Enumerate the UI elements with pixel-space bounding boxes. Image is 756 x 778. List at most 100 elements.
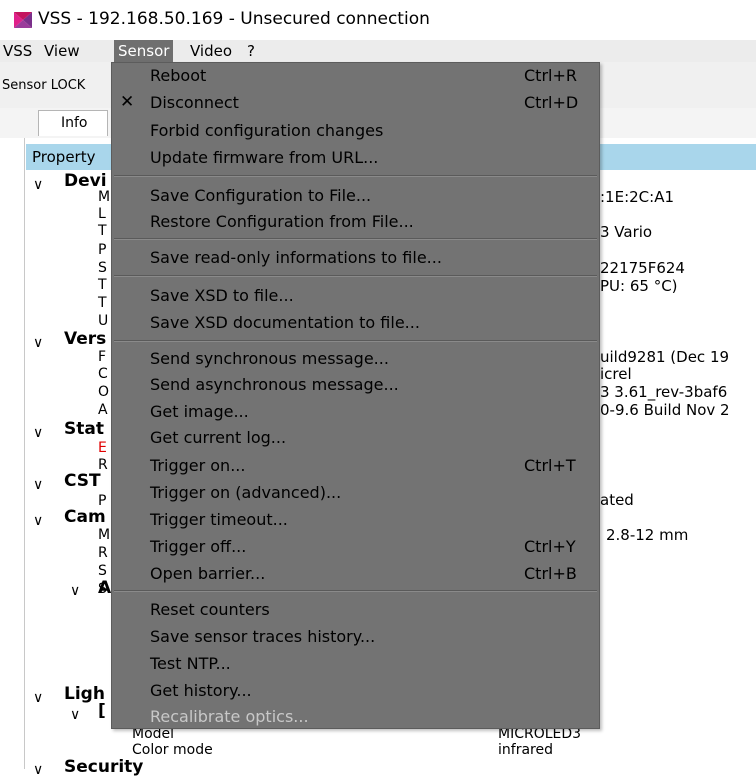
menu-item-label: Send asynchronous message... bbox=[150, 375, 399, 394]
serial-value: 22175F624 bbox=[600, 259, 685, 277]
menu-item-label: Save XSD to file... bbox=[150, 286, 294, 305]
column-header-property[interactable]: Property bbox=[32, 148, 95, 166]
menu-item-get-history[interactable]: Get history... bbox=[112, 678, 599, 704]
tree-subsection-a[interactable]: A bbox=[98, 580, 111, 597]
menu-item-trigger-on[interactable]: Trigger on... Ctrl+T bbox=[112, 453, 599, 479]
menu-item-save-config[interactable]: Save Configuration to File... bbox=[112, 183, 599, 209]
tree-row-label: F bbox=[98, 349, 107, 365]
menu-item-trigger-timeout[interactable]: Trigger timeout... bbox=[112, 507, 599, 533]
menu-item-get-image[interactable]: Get image... bbox=[112, 399, 599, 425]
chevron-down-icon[interactable]: ∨ bbox=[33, 762, 43, 778]
menu-item-label: Trigger on (advanced)... bbox=[150, 483, 342, 502]
menu-item-save-xsd[interactable]: Save XSD to file... bbox=[112, 283, 599, 309]
menu-item-send-async[interactable]: Send asynchronous message... bbox=[112, 372, 599, 398]
chevron-down-icon[interactable]: ∨ bbox=[70, 583, 80, 599]
menu-item-label: Send synchronous message... bbox=[150, 349, 389, 368]
menu-item-shortcut: Ctrl+D bbox=[524, 93, 579, 112]
menu-item-open-barrier[interactable]: Open barrier... Ctrl+B bbox=[112, 561, 599, 587]
tree-row-label: T bbox=[98, 223, 107, 239]
tab-info[interactable]: Info bbox=[38, 110, 108, 136]
chevron-down-icon[interactable]: ∨ bbox=[33, 335, 43, 351]
menu-item-label: Test NTP... bbox=[150, 654, 231, 673]
menu-item-label: Save Configuration to File... bbox=[150, 186, 372, 205]
tree-row-label: P bbox=[98, 242, 107, 258]
menu-separator bbox=[114, 238, 597, 240]
tree-section-status[interactable]: Stat bbox=[64, 421, 104, 438]
tree-section-device[interactable]: Devi bbox=[64, 173, 107, 190]
tree-row-label: T bbox=[98, 295, 107, 311]
menu-item-forbid-config[interactable]: Forbid configuration changes bbox=[112, 118, 599, 144]
menu-item-disconnect[interactable]: ✕ Disconnect Ctrl+D bbox=[112, 90, 599, 116]
lens-value: 2.8-12 mm bbox=[606, 526, 689, 544]
menu-item-label: Trigger off... bbox=[150, 537, 247, 556]
menu-item-reboot[interactable]: Reboot Ctrl+R bbox=[112, 63, 599, 89]
menu-item-test-ntp[interactable]: Test NTP... bbox=[112, 651, 599, 677]
menu-view[interactable]: View bbox=[44, 42, 80, 60]
menu-item-shortcut: Ctrl+B bbox=[524, 564, 577, 583]
tree-row-label: T bbox=[98, 277, 107, 293]
menu-item-update-firmware[interactable]: Update firmware from URL... bbox=[112, 145, 599, 171]
tree-row-label: S bbox=[98, 260, 107, 276]
color-mode-value: infrared bbox=[498, 742, 553, 758]
menu-sensor[interactable]: Sensor bbox=[114, 40, 174, 62]
menu-item-get-log[interactable]: Get current log... bbox=[112, 425, 599, 451]
menu-item-restore-config[interactable]: Restore Configuration from File... bbox=[112, 209, 599, 235]
menu-item-shortcut: Ctrl+Y bbox=[524, 537, 576, 556]
tree-row-label: M bbox=[98, 527, 111, 543]
window-title: VSS - 192.168.50.169 - Unsecured connect… bbox=[38, 9, 430, 29]
menu-item-shortcut: Ctrl+T bbox=[524, 456, 576, 475]
menu-item-label: Reboot bbox=[150, 66, 207, 85]
status-error-label: E bbox=[98, 440, 107, 456]
menu-separator bbox=[114, 340, 597, 342]
menu-item-save-xsd-doc[interactable]: Save XSD documentation to file... bbox=[112, 310, 599, 336]
tree-section-cst[interactable]: CST bbox=[64, 473, 101, 490]
menu-item-label: Save sensor traces history... bbox=[150, 627, 376, 646]
menu-item-label: Get image... bbox=[150, 402, 249, 421]
menu-vss[interactable]: VSS bbox=[3, 42, 32, 60]
menu-separator bbox=[114, 590, 597, 592]
version-a-value: 0-9.6 Build Nov 2 bbox=[600, 401, 730, 419]
menu-item-label: Restore Configuration from File... bbox=[150, 212, 414, 231]
tree-row-label: L bbox=[98, 206, 106, 222]
tree-subsection-light[interactable]: [ bbox=[98, 703, 106, 720]
sensor-lock-button[interactable]: Sensor LOCK bbox=[2, 78, 85, 93]
menu-help[interactable]: ? bbox=[247, 42, 255, 60]
chevron-down-icon[interactable]: ∨ bbox=[70, 707, 80, 723]
color-mode-label: Color mode bbox=[132, 742, 213, 758]
tree-row-label: M bbox=[98, 189, 111, 205]
menu-item-save-traces[interactable]: Save sensor traces history... bbox=[112, 624, 599, 650]
tree-row-label: R bbox=[98, 545, 108, 561]
tree-row-label: O bbox=[98, 384, 110, 400]
menu-item-shortcut: Ctrl+R bbox=[524, 66, 577, 85]
tree-row-label: R bbox=[98, 457, 108, 473]
chevron-down-icon[interactable]: ∨ bbox=[33, 690, 43, 706]
chevron-down-icon[interactable]: ∨ bbox=[33, 177, 43, 193]
menubar: VSS View Sensor Video ? bbox=[0, 40, 756, 62]
window-titlebar: VSS - 192.168.50.169 - Unsecured connect… bbox=[0, 0, 756, 40]
menu-item-send-sync[interactable]: Send synchronous message... bbox=[112, 346, 599, 372]
tree-section-camera[interactable]: Cam bbox=[64, 509, 106, 526]
menu-item-trigger-off[interactable]: Trigger off... Ctrl+Y bbox=[112, 534, 599, 560]
menu-separator bbox=[114, 175, 597, 177]
menu-item-trigger-advanced[interactable]: Trigger on (advanced)... bbox=[112, 480, 599, 506]
menu-item-label: Save XSD documentation to file... bbox=[150, 313, 420, 332]
menu-item-save-readonly[interactable]: Save read-only informations to file... bbox=[112, 245, 599, 271]
menu-item-label: Save read-only informations to file... bbox=[150, 248, 442, 267]
temperature-value: PU: 65 °C) bbox=[600, 277, 678, 295]
chevron-down-icon[interactable]: ∨ bbox=[33, 477, 43, 493]
tree-section-security[interactable]: Security bbox=[64, 759, 143, 776]
firmware-version-value: uild9281 (Dec 19 bbox=[600, 348, 730, 366]
tree-section-version[interactable]: Vers bbox=[64, 331, 106, 348]
menu-video[interactable]: Video bbox=[190, 42, 232, 60]
tree-row-label: S bbox=[98, 563, 107, 579]
menu-separator bbox=[114, 275, 597, 277]
tree-row-label: A bbox=[98, 402, 108, 418]
tree-row-label: P bbox=[98, 493, 107, 509]
chevron-down-icon[interactable]: ∨ bbox=[33, 513, 43, 529]
chevron-down-icon[interactable]: ∨ bbox=[33, 425, 43, 441]
check-mark-icon: ✕ bbox=[120, 92, 135, 112]
cst-value: ated bbox=[600, 491, 634, 509]
device-type-value: 3 Vario bbox=[600, 223, 653, 241]
menu-item-reset-counters[interactable]: Reset counters bbox=[112, 597, 599, 623]
menu-item-label: Trigger on... bbox=[150, 456, 246, 475]
